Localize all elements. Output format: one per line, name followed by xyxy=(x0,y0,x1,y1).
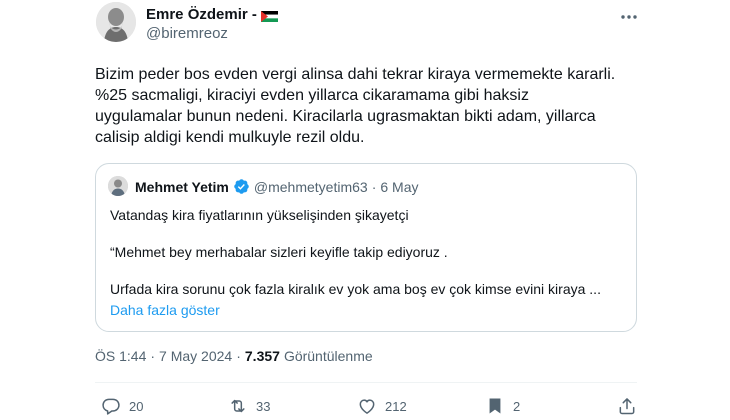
tweet-time[interactable]: ÖS 1:44 xyxy=(95,348,146,364)
share-icon xyxy=(619,398,635,415)
author-handle[interactable]: @biremreoz xyxy=(146,25,228,42)
bookmark-count: 2 xyxy=(513,398,521,414)
author-name-text: Emre Özdemir - xyxy=(146,6,257,23)
views-label: Görüntülenme xyxy=(283,348,373,364)
more-options-icon[interactable] xyxy=(612,2,646,32)
like-button[interactable]: 212 xyxy=(357,396,407,416)
tweet-date[interactable]: 7 May 2024 xyxy=(159,348,232,364)
bookmark-icon xyxy=(489,398,501,414)
repost-icon xyxy=(231,399,245,413)
reply-icon xyxy=(102,398,120,415)
like-count: 212 xyxy=(385,398,407,414)
quote-date: 6 May xyxy=(380,178,419,195)
tweet: Emre Özdemir - @biremreoz Bizim peder bo… xyxy=(0,0,730,420)
views-count: 7.357 xyxy=(244,348,280,364)
repost-count: 33 xyxy=(256,398,271,414)
show-more-link[interactable]: Daha fazla göster xyxy=(110,302,220,318)
quote-header: Mehmet Yetim @mehmetyetim63 · 6 May xyxy=(135,178,419,195)
verified-badge-icon xyxy=(233,178,250,195)
share-button[interactable] xyxy=(617,396,637,416)
quote-line: Urfada kira sorunu çok fazla kiralık ev … xyxy=(110,281,601,297)
author-avatar[interactable] xyxy=(96,2,136,42)
quoted-tweet[interactable]: Mehmet Yetim @mehmetyetim63 · 6 May Vata… xyxy=(95,163,637,332)
quote-line: “Mehmet bey merhabalar sizleri keyifle t… xyxy=(110,244,448,260)
quote-author-name: Mehmet Yetim xyxy=(135,178,229,195)
bookmark-button[interactable]: 2 xyxy=(485,396,520,416)
separator-dot: · xyxy=(150,348,156,364)
tweet-text: Bizim peder bos evden vergi alinsa dahi … xyxy=(95,66,616,146)
heart-icon xyxy=(359,399,375,414)
separator-dot: · xyxy=(371,178,377,195)
reply-count: 20 xyxy=(129,398,144,414)
quote-line: Vatandaş kira fiyatlarının yükselişinden… xyxy=(110,207,409,223)
quote-author-handle: @mehmetyetim63 xyxy=(253,178,368,195)
author-name[interactable]: Emre Özdemir - xyxy=(146,6,278,23)
quote-author-avatar xyxy=(108,176,128,196)
tweet-metadata: ÖS 1:44 · 7 May 2024 · 7.357 Görüntülenm… xyxy=(95,348,373,364)
separator-dot: · xyxy=(236,348,241,364)
divider xyxy=(95,382,637,383)
repost-button[interactable]: 33 xyxy=(228,396,270,416)
reply-button[interactable]: 20 xyxy=(101,396,143,416)
action-bar: 20 33 212 2 xyxy=(95,396,643,420)
palestine-flag-icon xyxy=(260,9,278,22)
